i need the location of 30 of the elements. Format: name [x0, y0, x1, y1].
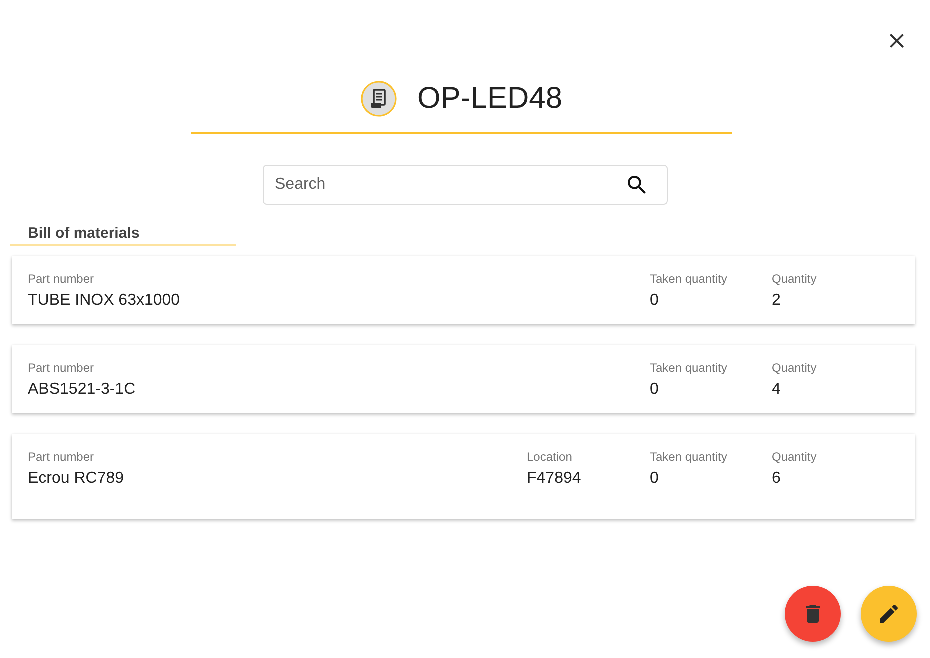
edit-button[interactable] [861, 586, 917, 642]
search-field[interactable]: Search [263, 165, 668, 205]
field-label: Taken quantity [650, 272, 728, 286]
field-label: Part number [28, 450, 94, 464]
document-icon [361, 81, 398, 117]
field-value: ABS1521-3-1C [28, 380, 136, 398]
field-label: Taken quantity [650, 450, 728, 464]
field-value: 0 [650, 380, 659, 398]
search-icon[interactable] [628, 176, 646, 194]
pencil-icon [880, 605, 898, 623]
field-value: F47894 [527, 468, 582, 488]
window-title: OP-LED48 [417, 81, 563, 117]
field-label: Part number [28, 272, 94, 286]
field-value: 6 [772, 468, 781, 488]
field-label: Location [527, 450, 572, 464]
field-value: 4 [772, 380, 781, 398]
field-value: 0 [650, 468, 659, 488]
field-value: 2 [772, 290, 781, 310]
trash-icon [806, 605, 820, 623]
field-label: Taken quantity [650, 360, 728, 374]
field-label: Quantity [772, 360, 817, 374]
field-value: Ecrou RC789 [28, 468, 124, 488]
field-label: Quantity [772, 272, 817, 286]
field-label: Quantity [772, 450, 817, 464]
field-label: Part number [28, 360, 94, 374]
close-icon [890, 34, 904, 48]
field-value: 0 [650, 290, 659, 310]
field-value: TUBE INOX 63x1000 [28, 290, 180, 310]
delete-button[interactable] [785, 586, 841, 642]
section-title: Bill of materials [28, 225, 140, 243]
